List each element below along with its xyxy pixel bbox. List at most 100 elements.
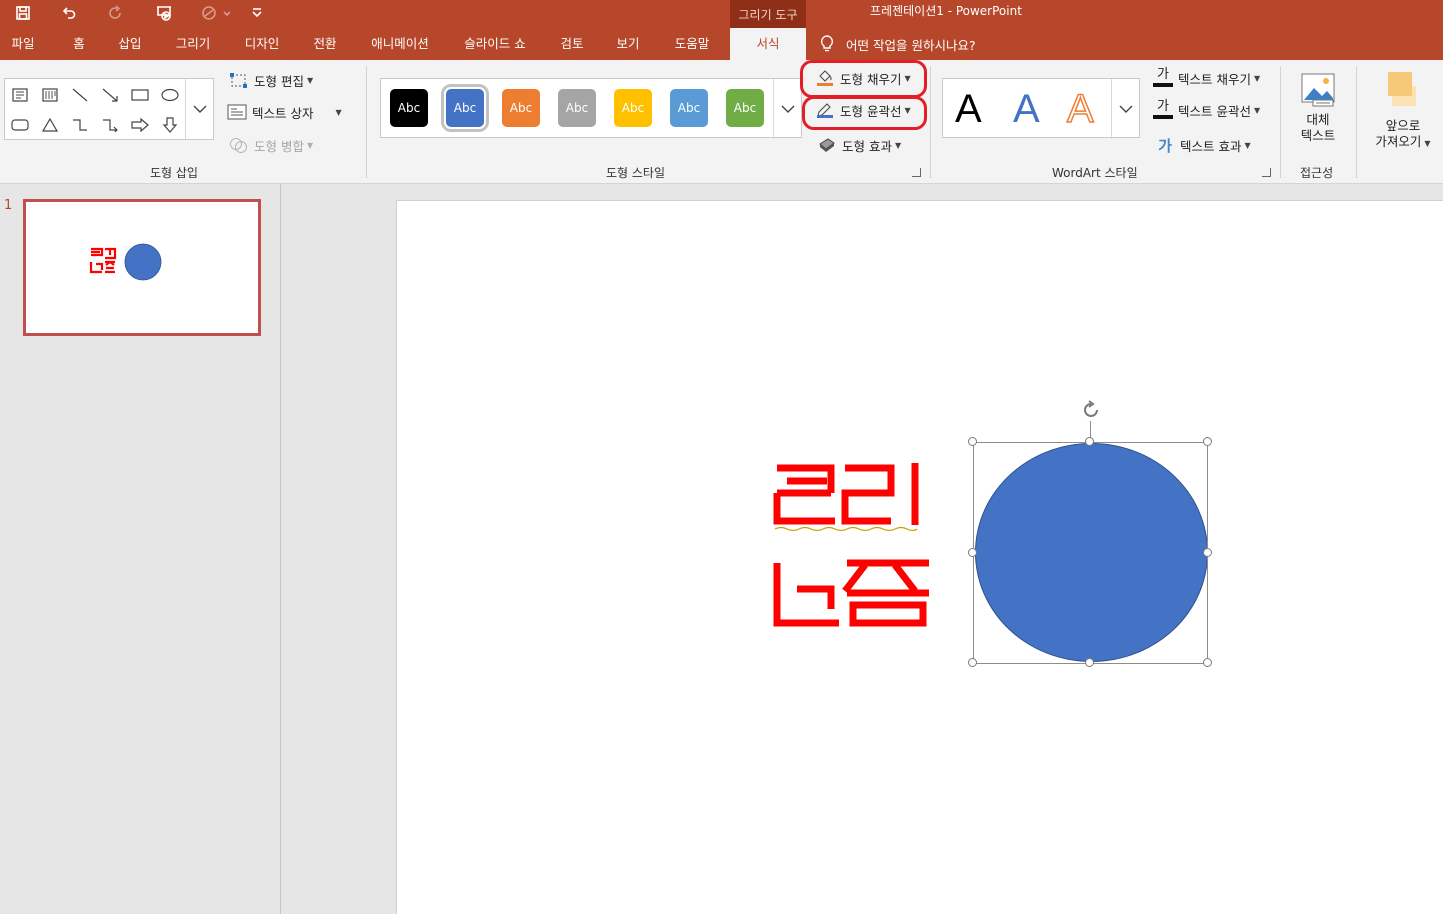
tab-slide-show[interactable]: 슬라이드 쇼 — [455, 28, 535, 60]
resize-handle-top-left[interactable] — [968, 437, 977, 446]
tab-draw[interactable]: 그리기 — [168, 28, 218, 60]
edit-shape-label: 도형 편집 — [254, 73, 304, 89]
stylized-text-graphic[interactable] — [757, 441, 937, 631]
arrow-line-shape-icon[interactable] — [99, 85, 121, 105]
alt-text-button[interactable]: 대체 텍스트 — [1292, 68, 1344, 144]
resize-handle-top-right[interactable] — [1203, 437, 1212, 446]
triangle-shape-icon[interactable] — [39, 115, 61, 135]
tell-me-search[interactable]: 어떤 작업을 원하시나요? — [820, 28, 976, 60]
text-outline-label: 텍스트 윤곽선 — [1178, 103, 1251, 119]
line-shape-icon[interactable] — [69, 85, 91, 105]
save-icon[interactable] — [10, 2, 36, 24]
tab-home[interactable]: 홈 — [62, 28, 96, 60]
ribbon-tabs: 파일 홈 삽입 그리기 디자인 전환 애니메이션 슬라이드 쇼 검토 보기 도움… — [0, 28, 1443, 60]
shape-style-swatch[interactable]: Abc — [390, 89, 428, 127]
tab-animations[interactable]: 애니메이션 — [362, 28, 438, 60]
group-label-insert-shapes: 도형 삽입 — [150, 166, 198, 180]
ribbon: 도형 편집 ▼ 텍스트 상자 ▼ 도형 병합 ▼ 도형 삽입 Abc Abc Abc … — [0, 60, 1443, 184]
wordart-styles-gallery[interactable]: A A A — [942, 78, 1140, 139]
swatch-label: Abc — [565, 101, 589, 115]
text-effects-button[interactable]: 가 텍스트 효과 ▼ — [1154, 134, 1251, 156]
rotate-handle-icon[interactable] — [1080, 399, 1102, 421]
shape-fill-dropdown-icon: ▼ — [904, 73, 911, 83]
wordart-style-blue[interactable]: A — [1013, 85, 1040, 133]
group-label-accessibility: 접근성 — [1300, 166, 1334, 180]
wordart-style-black[interactable]: A — [955, 85, 982, 133]
redo-icon[interactable] — [103, 2, 129, 24]
text-box-shape-icon[interactable] — [9, 85, 31, 105]
swatch-label: Abc — [733, 101, 757, 115]
text-box-label: 텍스트 상자 — [252, 105, 314, 121]
shape-effects-icon — [816, 135, 838, 155]
tab-help[interactable]: 도움말 — [665, 28, 719, 60]
down-arrow-shape-icon[interactable] — [159, 115, 181, 135]
tab-design[interactable]: 디자인 — [236, 28, 288, 60]
rectangle-shape-icon[interactable] — [129, 85, 151, 105]
shape-outline-button[interactable]: 도형 윤곽선 ▼ — [814, 99, 911, 121]
rounded-rectangle-shape-icon[interactable] — [9, 115, 31, 135]
shape-style-swatch[interactable]: Abc — [502, 89, 540, 127]
tab-file[interactable]: 파일 — [0, 28, 46, 60]
vertical-text-box-shape-icon[interactable] — [39, 85, 61, 105]
shapes-gallery-more-button[interactable] — [185, 79, 213, 139]
start-from-beginning-icon[interactable] — [151, 2, 177, 24]
edit-shape-button[interactable]: 도형 편집 ▼ — [228, 69, 313, 91]
shape-styles-launcher-icon[interactable] — [912, 168, 921, 177]
undo-icon[interactable] — [56, 2, 82, 24]
bring-forward-button[interactable]: 앞으로 가져오기 ▼ — [1368, 68, 1438, 152]
slide-number: 1 — [4, 198, 13, 213]
wordart-styles-more-button[interactable] — [1111, 79, 1139, 139]
resize-handle-top[interactable] — [1085, 437, 1094, 446]
shape-style-swatch[interactable]: Abc — [558, 89, 596, 127]
shape-style-swatch-selected[interactable]: Abc — [441, 84, 489, 132]
slide-thumbnail-preview — [89, 243, 162, 281]
text-fill-dropdown-icon: ▼ — [1253, 73, 1261, 83]
tab-review[interactable]: 검토 — [552, 28, 592, 60]
resize-handle-bottom-right[interactable] — [1203, 658, 1212, 667]
shape-styles-gallery[interactable]: Abc Abc Abc Abc Abc Abc Abc — [380, 78, 802, 139]
group-label-shape-styles: 도형 스타일 — [606, 166, 666, 180]
group-separator — [1280, 66, 1281, 178]
customize-quick-access-icon[interactable] — [244, 2, 270, 24]
edit-shape-dropdown-icon: ▼ — [306, 75, 314, 85]
text-box-button[interactable]: 텍스트 상자 ▼ — [226, 101, 342, 123]
shape-fill-button[interactable]: 도형 채우기 ▼ — [814, 67, 911, 89]
wordart-styles-launcher-icon[interactable] — [1262, 168, 1271, 177]
elbow-arrow-connector-shape-icon[interactable] — [99, 115, 121, 135]
tab-format[interactable]: 서식 — [730, 28, 806, 60]
shape-style-swatch[interactable]: Abc — [670, 89, 708, 127]
swatch-label: Abc — [621, 101, 645, 115]
resize-handle-right[interactable] — [1203, 548, 1212, 557]
group-separator — [366, 66, 367, 178]
slide-thumbnail[interactable] — [23, 199, 261, 336]
shape-effects-button[interactable]: 도형 효과 ▼ — [816, 134, 901, 156]
shapes-gallery[interactable] — [4, 78, 214, 140]
resize-handle-bottom[interactable] — [1085, 658, 1094, 667]
shape-style-swatch[interactable]: Abc — [726, 89, 764, 127]
touch-mouse-mode-icon[interactable] — [198, 2, 232, 24]
text-outline-glyph: 가 — [1157, 99, 1169, 114]
resize-handle-bottom-left[interactable] — [968, 658, 977, 667]
text-fill-button[interactable]: 가 텍스트 채우기 ▼ — [1152, 67, 1260, 89]
bring-forward-dropdown-icon: ▼ — [1424, 139, 1431, 148]
elbow-connector-shape-icon[interactable] — [69, 115, 91, 135]
tab-transitions[interactable]: 전환 — [305, 28, 345, 60]
slide-canvas[interactable]: 큐리 노즘 — [396, 200, 1443, 914]
merge-shapes-button[interactable]: 도형 병합 ▼ — [228, 134, 313, 156]
paint-bucket-icon — [814, 68, 836, 88]
resize-handle-left[interactable] — [968, 548, 977, 557]
shape-style-swatch[interactable]: Abc — [614, 89, 652, 127]
oval-shape-icon[interactable] — [159, 85, 181, 105]
chevron-down-icon — [193, 105, 206, 113]
text-outline-button[interactable]: 가 텍스트 윤곽선 ▼ — [1152, 99, 1260, 121]
text-fill-icon: 가 — [1152, 68, 1174, 88]
shape-fill-label: 도형 채우기 — [840, 71, 902, 87]
tab-view[interactable]: 보기 — [608, 28, 648, 60]
shape-styles-more-button[interactable] — [773, 79, 801, 139]
right-arrow-shape-icon[interactable] — [129, 115, 151, 135]
swatch-label: Abc — [677, 101, 701, 115]
alt-text-picture-icon — [1301, 73, 1335, 107]
group-label-wordart-styles: WordArt 스타일 — [1052, 166, 1138, 180]
wordart-style-orange-outline[interactable]: A — [1066, 85, 1094, 133]
tab-insert[interactable]: 삽입 — [110, 28, 150, 60]
